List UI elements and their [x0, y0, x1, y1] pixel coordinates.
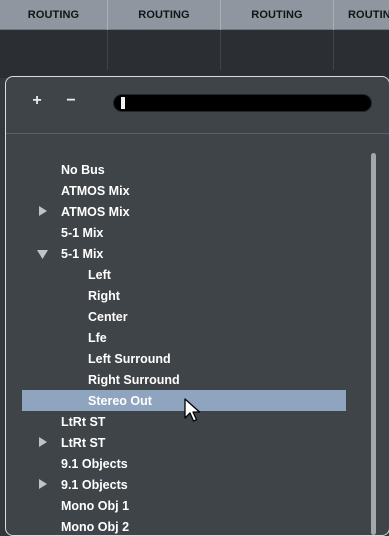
list-item-label: Mono Obj 1 — [61, 498, 130, 513]
routing-column-header-4[interactable]: ROUTING — [334, 0, 389, 30]
list-item-label: Right — [88, 288, 120, 303]
list-item-label: Lfe — [88, 330, 107, 345]
list-item-label: Left Surround — [88, 351, 171, 366]
collapse-all-button[interactable]: − — [62, 91, 80, 111]
list-item[interactable]: Mono Obj 2 — [6, 516, 346, 535]
list-item-label: 5-1 Mix — [61, 225, 104, 240]
mouse-pointer-icon — [184, 398, 202, 424]
routing-slot-row — [0, 30, 389, 70]
triangle-down-icon[interactable] — [37, 249, 48, 259]
bus-selector-popup: + − No Bus ATMOS Mix ATMOS Mix 5-1 Mix 5… — [5, 76, 389, 536]
routing-column-header-2[interactable]: ROUTING — [108, 0, 221, 30]
list-item-label: Center — [88, 309, 128, 324]
list-item[interactable]: 5-1 Mix — [6, 243, 346, 264]
routing-column-header-3[interactable]: ROUTING — [221, 0, 334, 30]
list-item-label: 9.1 Objects — [61, 477, 128, 492]
list-item[interactable]: ATMOS Mix — [6, 201, 346, 222]
text-cursor-icon — [121, 97, 125, 109]
list-item-label: No Bus — [61, 162, 105, 177]
list-item[interactable]: ATMOS Mix — [6, 180, 346, 201]
list-item-label: 9.1 Objects — [61, 456, 128, 471]
routing-column-header-1[interactable]: ROUTING — [0, 0, 108, 30]
triangle-right-icon[interactable] — [38, 206, 48, 216]
list-item-label: Left — [88, 267, 111, 282]
expand-all-button[interactable]: + — [28, 91, 46, 111]
list-item-label: ATMOS Mix — [61, 204, 130, 219]
routing-header-row: ROUTING ROUTING ROUTING ROUTING — [0, 0, 389, 30]
list-item[interactable]: 9.1 Objects — [6, 453, 346, 474]
list-item[interactable]: Center — [6, 306, 346, 327]
list-item-label: Right Surround — [88, 372, 180, 387]
list-item[interactable]: 9.1 Objects — [6, 474, 346, 495]
routing-slot-2[interactable] — [108, 30, 221, 70]
list-item[interactable]: Mono Obj 1 — [6, 495, 346, 516]
list-scrollbar[interactable] — [371, 153, 376, 535]
list-item[interactable]: LtRt ST — [6, 432, 346, 453]
routing-slot-1[interactable] — [0, 30, 108, 70]
toolbar-divider — [6, 133, 389, 134]
list-item[interactable]: LtRt ST — [6, 411, 346, 432]
list-item[interactable]: No Bus — [6, 159, 346, 180]
triangle-right-icon[interactable] — [38, 437, 48, 447]
search-field[interactable] — [113, 94, 372, 112]
list-item[interactable]: Left — [6, 264, 346, 285]
search-input[interactable] — [128, 95, 358, 111]
list-item-label: Stereo Out — [88, 393, 152, 408]
triangle-right-icon[interactable] — [38, 479, 48, 489]
list-item[interactable]: 5-1 Mix — [6, 222, 346, 243]
list-item[interactable]: Lfe — [6, 327, 346, 348]
list-item[interactable]: Left Surround — [6, 348, 346, 369]
list-item-label: LtRt ST — [61, 435, 106, 450]
list-item[interactable]: Right Surround — [6, 369, 346, 390]
list-item[interactable]: Right — [6, 285, 346, 306]
list-item-label: ATMOS Mix — [61, 183, 130, 198]
routing-slot-3[interactable] — [221, 30, 334, 70]
popup-toolbar: + − — [6, 77, 389, 133]
list-item-label: 5-1 Mix — [61, 246, 104, 261]
routing-slot-4[interactable] — [334, 30, 389, 70]
list-item-label: LtRt ST — [61, 414, 106, 429]
